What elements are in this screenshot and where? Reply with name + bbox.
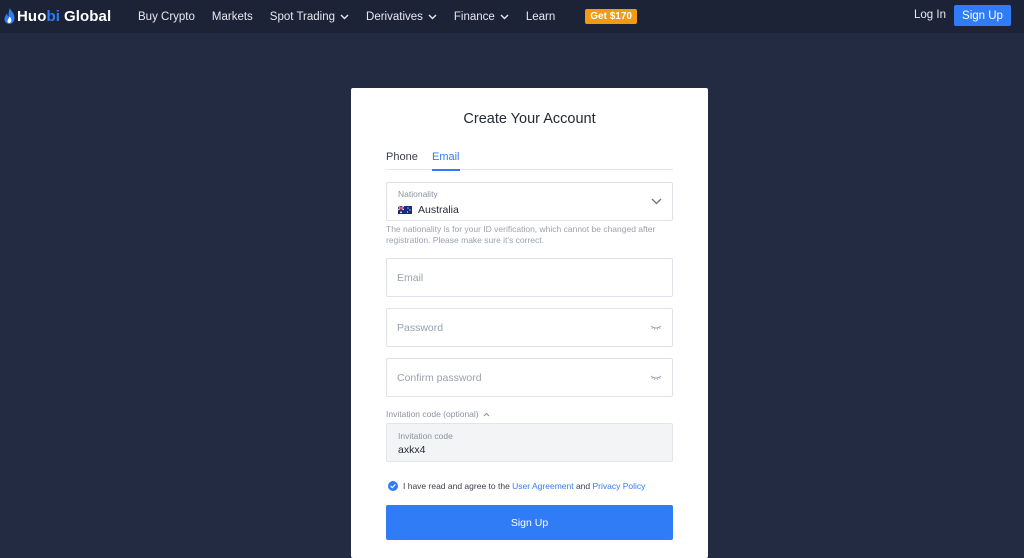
nav-item-label: Learn xyxy=(525,10,556,23)
nationality-value: Australia xyxy=(398,204,459,216)
tab-email[interactable]: Email xyxy=(432,151,460,171)
brand-name-accent: bi xyxy=(46,7,60,25)
nav-item-label: Markets xyxy=(211,10,253,23)
nav-item-markets[interactable]: Markets xyxy=(212,11,253,23)
chevron-down-icon xyxy=(500,14,509,19)
chevron-down-icon xyxy=(340,14,349,19)
australia-flag-icon xyxy=(398,206,412,214)
agreement-row: I have read and agree to the User Agreem… xyxy=(388,481,645,491)
agreement-and: and xyxy=(573,481,593,491)
nationality-country: Australia xyxy=(418,204,459,216)
chevron-up-icon xyxy=(483,412,490,416)
top-navigation-bar: Huo bi Global Buy Crypto Markets Spot Trad… xyxy=(0,0,1024,33)
email-input[interactable] xyxy=(387,259,672,296)
nationality-label: Nationality xyxy=(398,189,438,199)
invitation-code-label: Invitation code xyxy=(398,431,453,441)
brand-name-part2: Global xyxy=(64,7,112,25)
huobi-flame-icon xyxy=(4,8,15,24)
nationality-select[interactable]: Nationality Australia xyxy=(386,182,673,221)
nav-item-label: Finance xyxy=(453,10,495,23)
eye-closed-icon[interactable] xyxy=(650,375,662,381)
checkbox-checked-icon[interactable] xyxy=(388,481,398,491)
signup-card: Create Your Account Phone Email National… xyxy=(351,88,708,558)
nav-item-label: Derivatives xyxy=(366,10,423,23)
password-field-wrapper xyxy=(386,308,673,347)
privacy-policy-link[interactable]: Privacy Policy xyxy=(593,481,646,491)
password-input[interactable] xyxy=(387,309,672,346)
signup-nav-button[interactable]: Sign Up xyxy=(954,5,1011,26)
chevron-down-icon xyxy=(428,14,437,19)
email-field-wrapper xyxy=(386,258,673,297)
invitation-code-value: axkx4 xyxy=(398,444,426,456)
eye-closed-icon[interactable] xyxy=(650,325,662,331)
brand-name-part1: Huo xyxy=(17,7,47,25)
nav-item-label: Spot Trading xyxy=(269,10,336,23)
page-title: Create Your Account xyxy=(463,111,596,127)
chevron-down-icon xyxy=(651,198,662,205)
invitation-code-toggle[interactable]: Invitation code (optional) xyxy=(386,409,490,419)
nav-item-label: Buy Crypto xyxy=(138,10,195,23)
nav-item-learn[interactable]: Learn xyxy=(526,11,555,23)
signup-submit-button[interactable]: Sign Up xyxy=(386,505,673,540)
tab-phone[interactable]: Phone xyxy=(386,151,418,169)
user-agreement-link[interactable]: User Agreement xyxy=(512,481,573,491)
nav-item-finance[interactable]: Finance xyxy=(454,11,509,23)
signup-method-tabs: Phone Email xyxy=(386,150,673,171)
confirm-password-field-wrapper xyxy=(386,358,673,397)
agreement-prefix: I have read and agree to the xyxy=(403,481,513,491)
login-link[interactable]: Log In xyxy=(914,9,946,21)
nav-item-spot-trading[interactable]: Spot Trading xyxy=(270,11,349,23)
main-nav: Buy Crypto Markets Spot Trading Derivati… xyxy=(138,0,637,33)
invitation-code-field[interactable]: Invitation code axkx4 xyxy=(386,423,673,462)
nationality-hint: The nationality is for your ID verificat… xyxy=(386,224,656,245)
promo-badge-button[interactable]: Get $170 xyxy=(585,9,637,24)
nav-item-derivatives[interactable]: Derivatives xyxy=(366,11,437,23)
nav-item-buy-crypto[interactable]: Buy Crypto xyxy=(138,11,195,23)
confirm-password-input[interactable] xyxy=(387,359,672,396)
invitation-toggle-label: Invitation code (optional) xyxy=(386,409,479,419)
huobi-global-logo[interactable]: Huo bi Global xyxy=(4,6,111,26)
